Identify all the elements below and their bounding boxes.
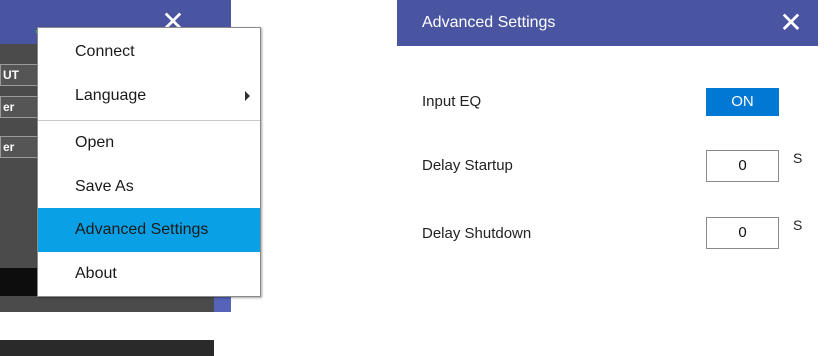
app-column-header: UT	[0, 64, 38, 86]
delay-shutdown-input[interactable]: 0	[706, 217, 779, 249]
delay-shutdown-label: Delay Shutdown	[422, 225, 532, 242]
delay-startup-unit: S	[793, 150, 803, 166]
menu-item-advanced-settings[interactable]: Advanced Settings	[38, 208, 260, 252]
delay-startup-input[interactable]: 0	[706, 150, 779, 182]
menu-item-connect[interactable]: Connect	[38, 30, 260, 74]
app-row-label: er	[0, 136, 38, 158]
dialog-titlebar: Advanced Settings ✕	[397, 0, 818, 46]
menu-item-label: Open	[75, 134, 115, 151]
advanced-settings-dialog: Advanced Settings ✕ Input EQ ON Delay St…	[397, 0, 835, 312]
app-bottom-bar	[0, 340, 214, 356]
close-icon[interactable]: ✕	[778, 9, 804, 37]
submenu-arrow-icon	[245, 91, 250, 101]
menu-item-label: Connect	[75, 43, 135, 60]
context-menu: Connect Language Open Save As Advanced S…	[37, 27, 261, 297]
menu-item-label: Save As	[75, 178, 134, 195]
dialog-title: Advanced Settings	[422, 14, 556, 31]
app-row-label: er	[0, 96, 38, 118]
menu-item-open[interactable]: Open	[38, 121, 260, 165]
input-eq-toggle[interactable]: ON	[706, 88, 779, 116]
menu-item-save-as[interactable]: Save As	[38, 165, 260, 209]
menu-item-label: Advanced Settings	[75, 221, 209, 238]
delay-startup-label: Delay Startup	[422, 157, 513, 174]
delay-shutdown-unit: S	[793, 217, 803, 233]
menu-item-language[interactable]: Language	[38, 74, 260, 118]
menu-item-label: About	[75, 265, 117, 282]
input-eq-label: Input EQ	[422, 93, 482, 110]
menu-item-about[interactable]: About	[38, 252, 260, 296]
menu-item-label: Language	[75, 87, 147, 104]
